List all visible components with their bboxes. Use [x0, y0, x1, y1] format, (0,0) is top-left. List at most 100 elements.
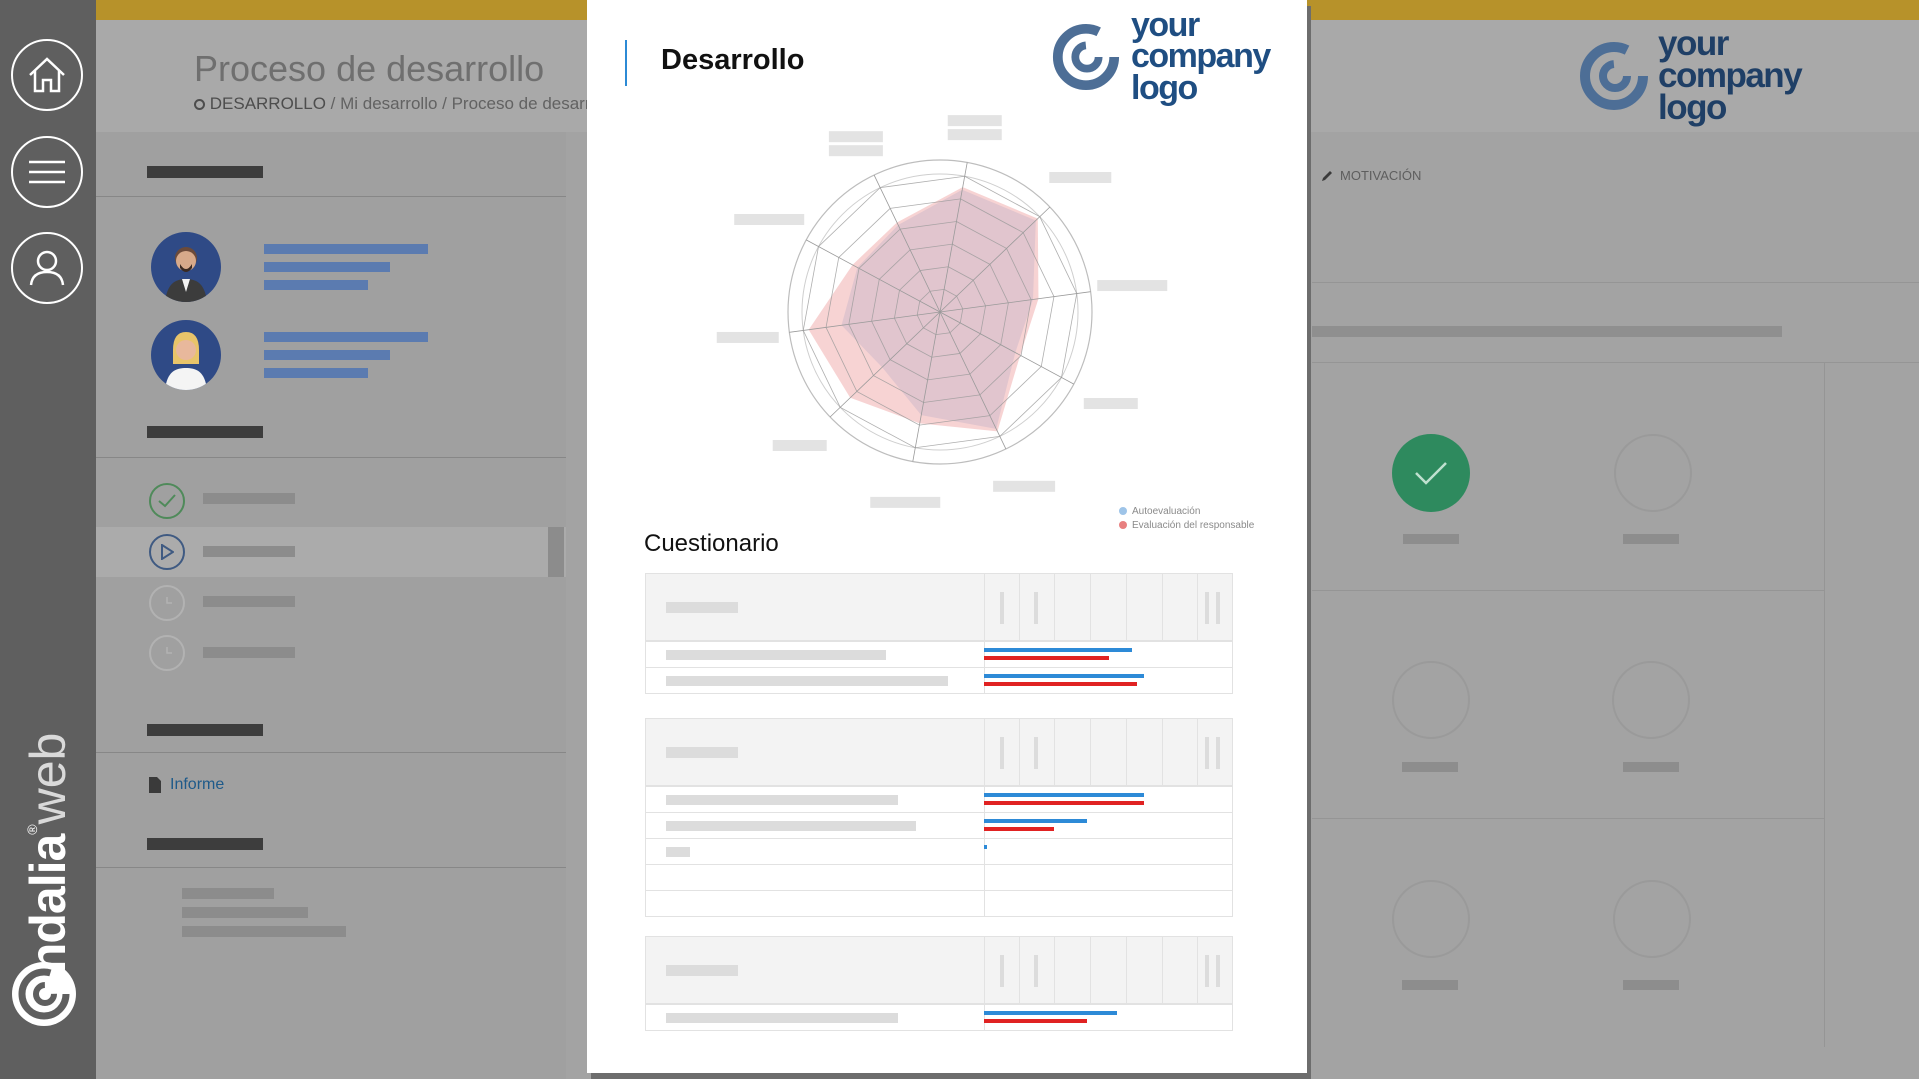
document-title: Desarrollo	[661, 44, 805, 76]
home-icon	[29, 57, 65, 93]
questionnaire-table	[645, 936, 1233, 1031]
section-heading-placeholder	[147, 838, 263, 850]
step-pending-clock-icon[interactable]	[149, 585, 185, 621]
page-title: Proceso de desarrollo	[194, 48, 545, 89]
report-link[interactable]: Informe	[148, 776, 224, 794]
grid-border	[1824, 362, 1825, 1047]
text-placeholder	[182, 907, 308, 918]
left-panel: Informe	[96, 132, 566, 1079]
brand-wordmark: endalia ® web	[18, 720, 78, 1000]
axis-label-placeholder	[993, 480, 1056, 492]
table-header	[646, 719, 1232, 786]
tab-motivacion-label: MOTIVACIÓN	[1340, 168, 1422, 183]
section-heading-placeholder	[147, 724, 263, 736]
column-divider	[984, 668, 985, 693]
bar-self	[984, 845, 987, 849]
registered-mark: ®	[24, 824, 40, 835]
axis-label-placeholder	[828, 145, 883, 157]
scale-columns	[984, 937, 1232, 1003]
column-divider	[1054, 719, 1055, 785]
divider	[1312, 282, 1919, 283]
table-header	[646, 937, 1232, 1004]
table-row	[646, 667, 1232, 693]
step-done-check-icon[interactable]	[1392, 434, 1470, 512]
column-divider	[984, 865, 985, 890]
step-circle[interactable]	[1392, 880, 1470, 958]
step-circle[interactable]	[1613, 880, 1691, 958]
scale-columns	[984, 574, 1232, 640]
company-logo-icon	[1580, 42, 1648, 111]
column-divider	[1162, 937, 1163, 1003]
questionnaire-table	[645, 573, 1233, 694]
home-button[interactable]	[11, 39, 83, 111]
text-placeholder	[264, 350, 390, 360]
avatar-manager	[151, 320, 221, 390]
legend-label-self: Autoevaluación	[1132, 506, 1201, 517]
bar-self	[984, 793, 1144, 797]
report-link-label: Informe	[170, 776, 225, 793]
step-label-placeholder	[203, 647, 295, 658]
bar-manager	[984, 1019, 1087, 1023]
axis-label-placeholder	[870, 496, 941, 508]
caption-placeholder	[1402, 980, 1458, 990]
breadcrumb-item-mi-desarrollo[interactable]: Mi desarrollo	[340, 94, 437, 113]
axis-label-placeholder	[947, 129, 1002, 141]
table-header	[646, 574, 1232, 641]
axis-label-placeholder	[947, 115, 1002, 127]
step-pending-clock-icon[interactable]	[149, 635, 185, 671]
column-divider	[984, 787, 985, 812]
column-divider	[984, 1005, 985, 1030]
step-active-play-icon[interactable]	[149, 534, 185, 570]
column-divider	[1090, 719, 1091, 785]
bar-self	[984, 648, 1132, 652]
table-row	[646, 838, 1232, 864]
breadcrumb-item-desarrollo[interactable]: DESARROLLO	[210, 94, 326, 113]
column-divider	[1019, 574, 1020, 640]
user-profile-button[interactable]	[11, 232, 83, 304]
text-placeholder	[182, 888, 274, 899]
step-circle[interactable]	[1614, 434, 1692, 512]
column-divider	[1054, 574, 1055, 640]
question-placeholder	[666, 676, 948, 686]
divider	[1312, 818, 1824, 819]
column-divider	[1090, 574, 1091, 640]
bar-manager	[984, 801, 1144, 805]
scale-marker	[1205, 592, 1209, 624]
scale-marker	[1034, 955, 1038, 987]
step-completed-check-icon[interactable]	[149, 483, 185, 519]
scale-marker	[1216, 955, 1220, 987]
tab-motivacion[interactable]: MOTIVACIÓN	[1320, 168, 1421, 183]
right-logo: your company logo	[1578, 26, 1803, 125]
text-placeholder	[264, 368, 368, 378]
report-document[interactable]: Desarrollo your company logo Autoevaluac…	[587, 0, 1307, 1073]
column-divider	[984, 813, 985, 838]
column-divider	[1197, 719, 1198, 785]
step-label-placeholder	[203, 596, 295, 607]
scale-marker	[1205, 737, 1209, 769]
caption-placeholder	[1623, 762, 1679, 772]
column-divider	[1162, 719, 1163, 785]
column-divider	[1019, 937, 1020, 1003]
breadcrumb-separator: /	[437, 94, 452, 113]
header-placeholder	[666, 602, 738, 613]
divider	[1312, 590, 1824, 591]
text-placeholder	[264, 262, 390, 272]
step-circle[interactable]	[1392, 661, 1470, 739]
step-circle[interactable]	[1612, 661, 1690, 739]
step-label-placeholder	[203, 493, 295, 504]
legend-item-manager: Evaluación del responsable	[1119, 519, 1254, 533]
bar-self	[984, 1011, 1117, 1015]
scrollbar-thumb[interactable]	[548, 527, 564, 577]
company-logo: your company logo	[1051, 8, 1271, 105]
scale-marker	[1034, 592, 1038, 624]
column-divider	[984, 642, 985, 667]
question-placeholder	[666, 795, 898, 805]
step-label-placeholder	[203, 546, 295, 557]
text-placeholder	[182, 926, 346, 937]
column-divider	[1054, 937, 1055, 1003]
section-heading-placeholder	[147, 166, 263, 178]
table-row	[646, 812, 1232, 838]
menu-button[interactable]	[11, 136, 83, 208]
column-divider	[1126, 719, 1127, 785]
bar-self	[984, 674, 1144, 678]
